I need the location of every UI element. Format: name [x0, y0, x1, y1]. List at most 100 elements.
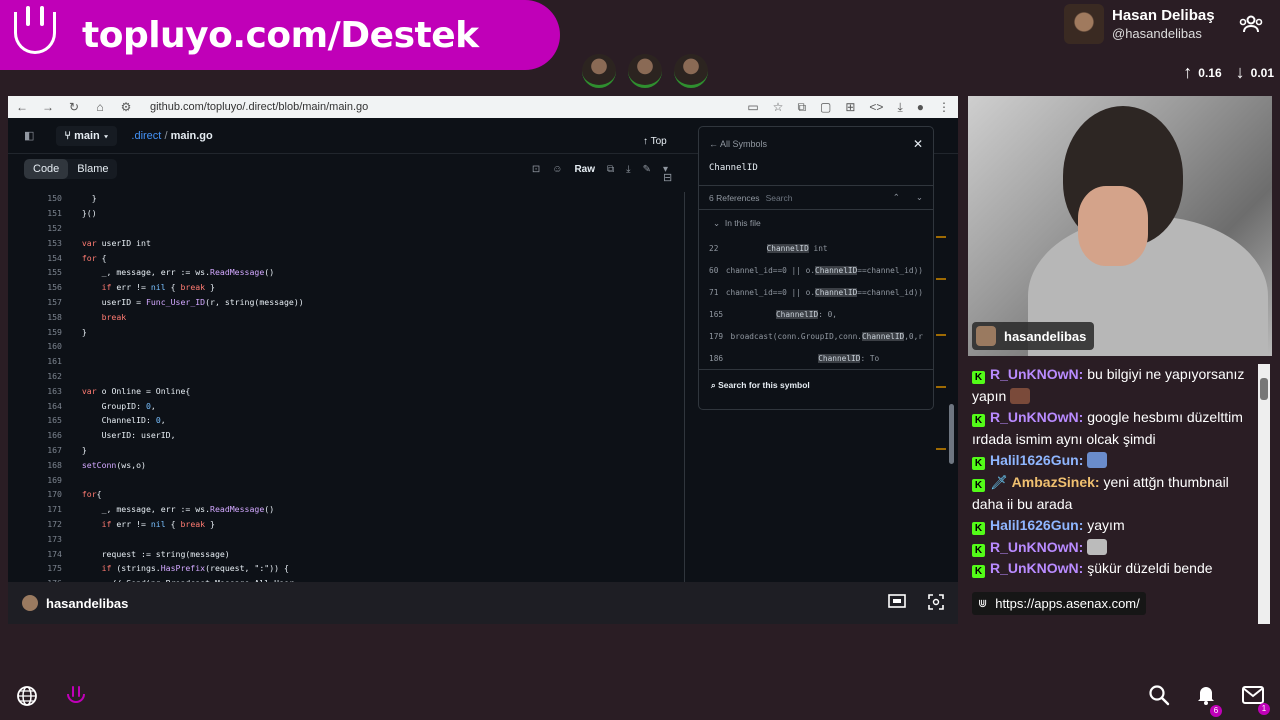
notifications-icon[interactable]: 6: [1196, 684, 1222, 717]
search-symbol-button[interactable]: ⌕ Search for this symbol: [699, 369, 933, 401]
site-info-icon[interactable]: ⚙: [120, 100, 132, 114]
address-bar[interactable]: github.com/topluyo/.direct/blob/main/mai…: [150, 101, 368, 113]
mail-icon[interactable]: 1: [1242, 686, 1270, 715]
copilot-icon[interactable]: ☺: [552, 164, 562, 175]
reference-row[interactable]: 165 ChannelID: 0,: [699, 303, 933, 325]
line-number[interactable]: 160: [16, 341, 62, 351]
code-text: }: [72, 193, 97, 204]
chat-username[interactable]: R_UnKNOwN:: [990, 409, 1083, 425]
chat-username[interactable]: R_UnKNOwN:: [990, 539, 1083, 555]
all-symbols-link[interactable]: ← All Symbols: [709, 139, 767, 149]
code-text: break: [101, 311, 127, 322]
viewer-avatar[interactable]: [628, 54, 662, 88]
raw-button[interactable]: Raw: [574, 164, 595, 175]
line-number[interactable]: 169: [16, 475, 62, 485]
chevron-up-icon[interactable]: ⌃: [893, 192, 900, 203]
copy-icon[interactable]: ⧉: [607, 164, 614, 175]
chat-username[interactable]: Halil1626Gun:: [990, 517, 1083, 533]
reference-row[interactable]: 60 channel_id==0 || o. ChannelID ==channel…: [699, 259, 933, 281]
edit-icon[interactable]: ✎: [643, 164, 651, 175]
branch-selector[interactable]: ⑂ main ▾: [56, 125, 118, 146]
globe-icon[interactable]: [16, 685, 38, 712]
line-number[interactable]: 155: [16, 267, 62, 277]
line-number[interactable]: 172: [16, 519, 62, 529]
reference-row[interactable]: 71 channel_id==0 || o. ChannelID ==channel…: [699, 281, 933, 303]
chevron-down-icon[interactable]: ⌄: [916, 192, 923, 203]
line-number[interactable]: 159: [16, 327, 62, 337]
viewer-avatar[interactable]: [582, 54, 616, 88]
chat-username[interactable]: R_UnKNOwN:: [990, 560, 1083, 576]
cast-icon[interactable]: ▢: [820, 100, 831, 114]
code-line: 172 if err != nil { break }: [16, 517, 686, 532]
line-number[interactable]: 166: [16, 430, 62, 440]
line-number[interactable]: 150: [16, 193, 62, 203]
extensions-icon[interactable]: ⧉: [797, 100, 806, 115]
line-number[interactable]: 173: [16, 534, 62, 544]
references-search-input[interactable]: Search: [766, 193, 793, 203]
reference-row[interactable]: 186 ChannelID: To: [699, 347, 933, 369]
chat-username[interactable]: R_UnKNOwN:: [990, 366, 1083, 382]
chat-scrollbar[interactable]: [1258, 364, 1270, 624]
fullscreen-icon[interactable]: [928, 593, 944, 613]
line-number[interactable]: 161: [16, 356, 62, 366]
code-line: 152: [16, 221, 686, 236]
top-link[interactable]: ↑ Top: [643, 136, 667, 147]
line-number[interactable]: 151: [16, 208, 62, 218]
symbols-icon[interactable]: ⊡: [532, 164, 540, 175]
install-icon[interactable]: ▭: [747, 100, 758, 114]
line-number[interactable]: 175: [16, 563, 62, 573]
line-number[interactable]: 158: [16, 312, 62, 322]
viewer-avatar[interactable]: [674, 54, 708, 88]
in-this-file-toggle[interactable]: ⌄ In this file: [699, 210, 933, 237]
profile-header[interactable]: Hasan Delibaş @hasandelibas: [1064, 4, 1215, 44]
download-stat: 0.01: [1250, 65, 1274, 80]
line-number[interactable]: 165: [16, 415, 62, 425]
kick-badge-icon: K: [972, 371, 985, 384]
download-icon[interactable]: ⤓: [897, 100, 902, 115]
chat-username[interactable]: Halil1626Gun:: [990, 452, 1083, 468]
theater-mode-icon[interactable]: [888, 593, 906, 613]
topluyo-logo-icon[interactable]: [64, 684, 88, 713]
back-icon[interactable]: ←: [16, 100, 28, 114]
tab-blame[interactable]: Blame: [68, 159, 117, 179]
upload-stat: 0.16: [1198, 65, 1222, 80]
reference-line-number: 186: [709, 353, 724, 363]
line-number[interactable]: 157: [16, 297, 62, 307]
line-number[interactable]: 154: [16, 253, 62, 263]
line-number[interactable]: 156: [16, 282, 62, 292]
tab-code[interactable]: Code: [24, 159, 69, 179]
download-file-icon[interactable]: ⤓: [626, 164, 630, 175]
line-number[interactable]: 171: [16, 504, 62, 514]
line-number[interactable]: 163: [16, 386, 62, 396]
panel-toggle-icon[interactable]: ⊟: [663, 171, 672, 184]
search-icon[interactable]: [1148, 684, 1170, 711]
devtools-icon[interactable]: <>: [869, 100, 883, 114]
menu-icon[interactable]: ⋮: [938, 100, 950, 114]
line-number[interactable]: 174: [16, 549, 62, 559]
line-number[interactable]: 168: [16, 460, 62, 470]
line-number[interactable]: 170: [16, 489, 62, 499]
profile-icon[interactable]: ●: [917, 100, 924, 114]
reload-icon[interactable]: ↻: [68, 100, 80, 114]
sidebar-toggle-icon[interactable]: ◧: [24, 129, 34, 142]
line-number[interactable]: 164: [16, 401, 62, 411]
reference-row[interactable]: 22 ChannelID int: [699, 237, 933, 259]
reference-row[interactable]: 179 broadcast(conn.GroupID,conn. ChannelI…: [699, 325, 933, 347]
bookmark-star-icon[interactable]: ☆: [773, 100, 784, 114]
people-icon[interactable]: [1238, 14, 1264, 39]
link-url[interactable]: https://apps.asenax.com/: [995, 596, 1140, 611]
apps-icon[interactable]: ⊞: [845, 100, 855, 114]
code-scrollbar[interactable]: [949, 404, 954, 464]
line-number[interactable]: 153: [16, 238, 62, 248]
forward-icon[interactable]: →: [42, 100, 54, 114]
kick-badge-icon: K: [972, 457, 985, 471]
home-icon[interactable]: ⌂: [94, 100, 106, 114]
line-number[interactable]: 167: [16, 445, 62, 455]
chat-username[interactable]: AmbazSinek:: [1012, 474, 1100, 490]
close-icon[interactable]: ✕: [913, 137, 923, 151]
breadcrumb-dir[interactable]: .direct: [131, 130, 161, 142]
line-number[interactable]: 162: [16, 371, 62, 381]
kick-badge-icon: K: [972, 522, 985, 536]
line-number[interactable]: 152: [16, 223, 62, 233]
link-popup[interactable]: ⋓ https://apps.asenax.com/: [972, 592, 1146, 615]
